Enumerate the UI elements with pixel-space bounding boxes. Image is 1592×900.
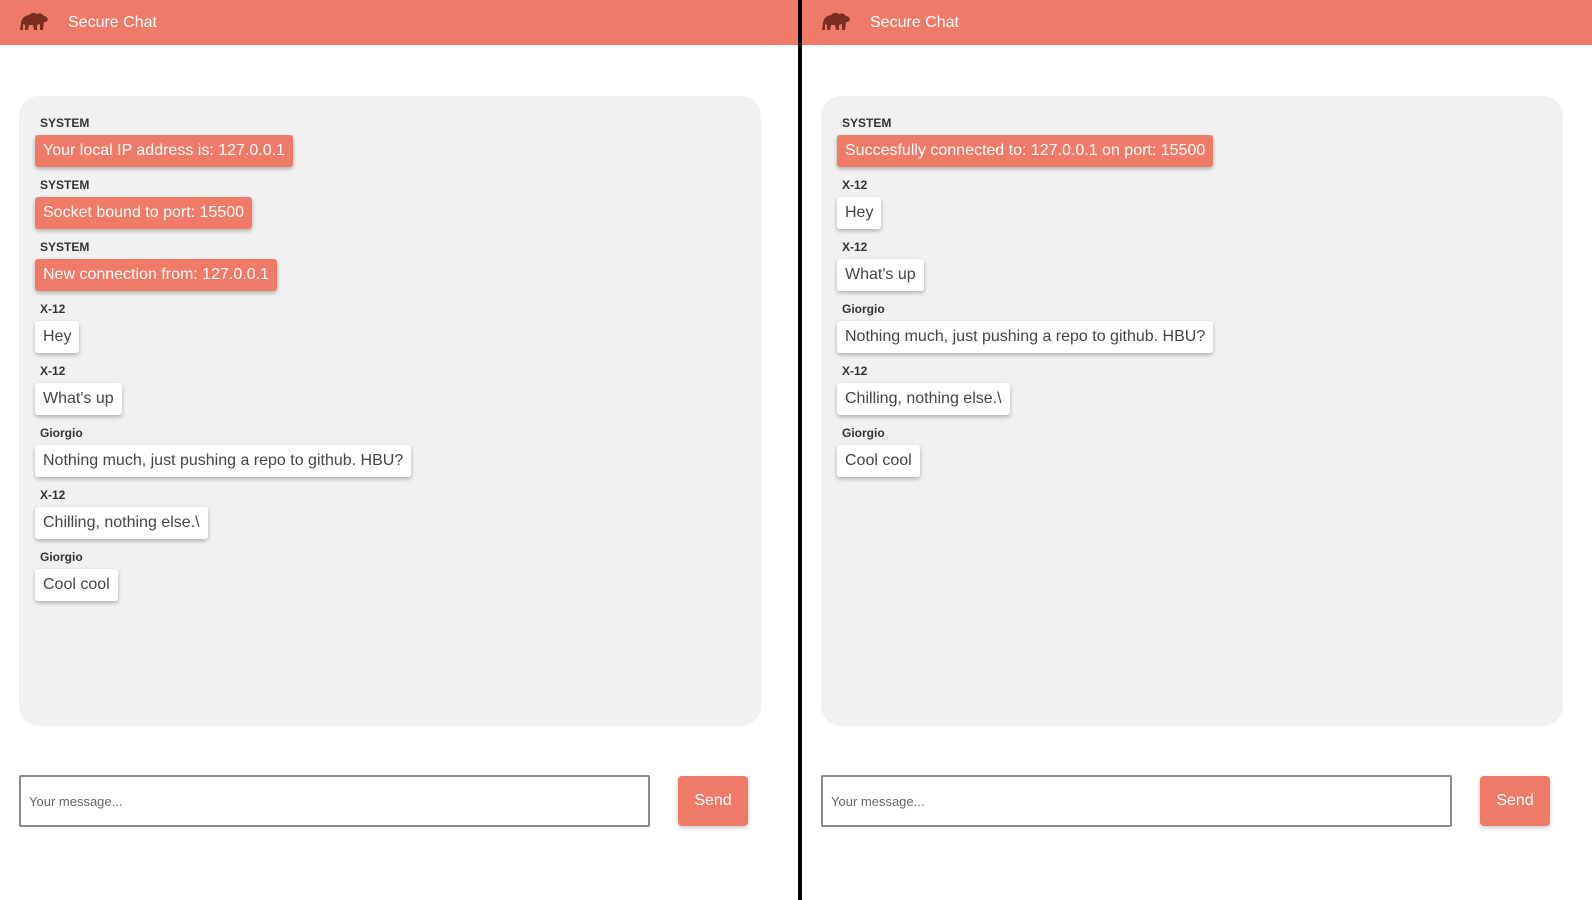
message-item: Giorgio Cool cool (837, 426, 1549, 477)
system-message-bubble: Your local IP address is: 127.0.0.1 (35, 135, 293, 167)
user-message-bubble: What's up (837, 259, 924, 291)
send-button[interactable]: Send (1480, 776, 1550, 826)
user-message-bubble: Hey (837, 197, 882, 229)
user-message-bubble: Cool cool (35, 569, 118, 601)
chat-log-panel: SYSTEM Your local IP address is: 127.0.0.… (19, 96, 761, 726)
user-message-bubble: Nothing much, just pushing a repo to git… (837, 321, 1214, 353)
message-sender: Giorgio (842, 426, 885, 440)
system-message-bubble: Succesfully connected to: 127.0.0.1 on p… (837, 135, 1214, 167)
message-sender: X-12 (40, 364, 66, 378)
user-message-bubble: Cool cool (837, 445, 920, 477)
message-item: X-12 Chilling, nothing else.\ (837, 364, 1549, 415)
chat-log-panel: SYSTEM Succesfully connected to: 127.0.0.… (821, 96, 1563, 726)
message-bubble-row: Your local IP address is: 127.0.0.1 (35, 135, 747, 167)
user-message-bubble: Nothing much, just pushing a repo to git… (35, 445, 412, 477)
message-item: SYSTEM Succesfully connected to: 127.0.0.… (837, 116, 1549, 167)
message-bubble-row: What's up (35, 383, 747, 415)
system-message-bubble: Socket bound to port: 15500 (35, 197, 253, 229)
user-message-bubble: Chilling, nothing else.\ (837, 383, 1010, 415)
user-message-bubble: Hey (35, 321, 80, 353)
message-item: SYSTEM Your local IP address is: 127.0.0.… (35, 116, 747, 167)
user-message-bubble: Chilling, nothing else.\ (35, 507, 208, 539)
message-bubble-row: New connection from: 127.0.0.1 (35, 259, 747, 291)
message-bubble-row: Chilling, nothing else.\ (35, 507, 747, 539)
app-header: Secure Chat (802, 0, 1592, 45)
message-item: X-12 Chilling, nothing else.\ (35, 488, 747, 539)
bear-icon (822, 12, 850, 30)
message-sender: X-12 (842, 178, 868, 192)
message-item: Giorgio Cool cool (35, 550, 747, 601)
message-bubble-row: Chilling, nothing else.\ (837, 383, 1549, 415)
message-list[interactable]: SYSTEM Your local IP address is: 127.0.0.… (19, 96, 747, 716)
message-sender: Giorgio (40, 426, 83, 440)
app-title: Secure Chat (68, 14, 157, 31)
message-item: SYSTEM New connection from: 127.0.0.1 (35, 240, 747, 291)
message-item: X-12 What's up (35, 364, 747, 415)
message-sender: Giorgio (842, 302, 885, 316)
message-item: Giorgio Nothing much, just pushing a repo… (837, 302, 1549, 353)
bear-icon (20, 12, 48, 30)
message-list[interactable]: SYSTEM Succesfully connected to: 127.0.0.… (821, 96, 1549, 716)
message-bubble-row: Socket bound to port: 15500 (35, 197, 747, 229)
message-sender: SYSTEM (40, 116, 90, 130)
message-item: Giorgio Nothing much, just pushing a repo… (35, 426, 747, 477)
message-bubble-row: Hey (35, 321, 747, 353)
message-sender: X-12 (40, 302, 66, 316)
user-message-bubble: What's up (35, 383, 122, 415)
message-sender: SYSTEM (842, 116, 892, 130)
message-sender: SYSTEM (40, 178, 90, 192)
message-bubble-row: What's up (837, 259, 1549, 291)
app-title: Secure Chat (870, 14, 959, 31)
message-item: X-12 Hey (35, 302, 747, 353)
message-input[interactable] (821, 775, 1452, 827)
message-bubble-row: Nothing much, just pushing a repo to git… (837, 321, 1549, 353)
message-bubble-row: Cool cool (837, 445, 1549, 477)
message-item: X-12 Hey (837, 178, 1549, 229)
app-header: Secure Chat (0, 0, 798, 45)
message-item: SYSTEM Socket bound to port: 15500 (35, 178, 747, 229)
message-sender: X-12 (842, 364, 868, 378)
system-message-bubble: New connection from: 127.0.0.1 (35, 259, 277, 291)
chat-window-left: Secure Chat SYSTEM Your local IP address … (0, 0, 798, 900)
message-sender: X-12 (40, 488, 66, 502)
chat-window-right: Secure Chat SYSTEM Succesfully connected … (802, 0, 1592, 900)
send-button[interactable]: Send (678, 776, 748, 826)
message-input[interactable] (19, 775, 650, 827)
message-bubble-row: Hey (837, 197, 1549, 229)
message-sender: Giorgio (40, 550, 83, 564)
message-sender: X-12 (842, 240, 868, 254)
message-bubble-row: Nothing much, just pushing a repo to git… (35, 445, 747, 477)
message-bubble-row: Cool cool (35, 569, 747, 601)
message-sender: SYSTEM (40, 240, 90, 254)
message-item: X-12 What's up (837, 240, 1549, 291)
message-bubble-row: Succesfully connected to: 127.0.0.1 on p… (837, 135, 1549, 167)
